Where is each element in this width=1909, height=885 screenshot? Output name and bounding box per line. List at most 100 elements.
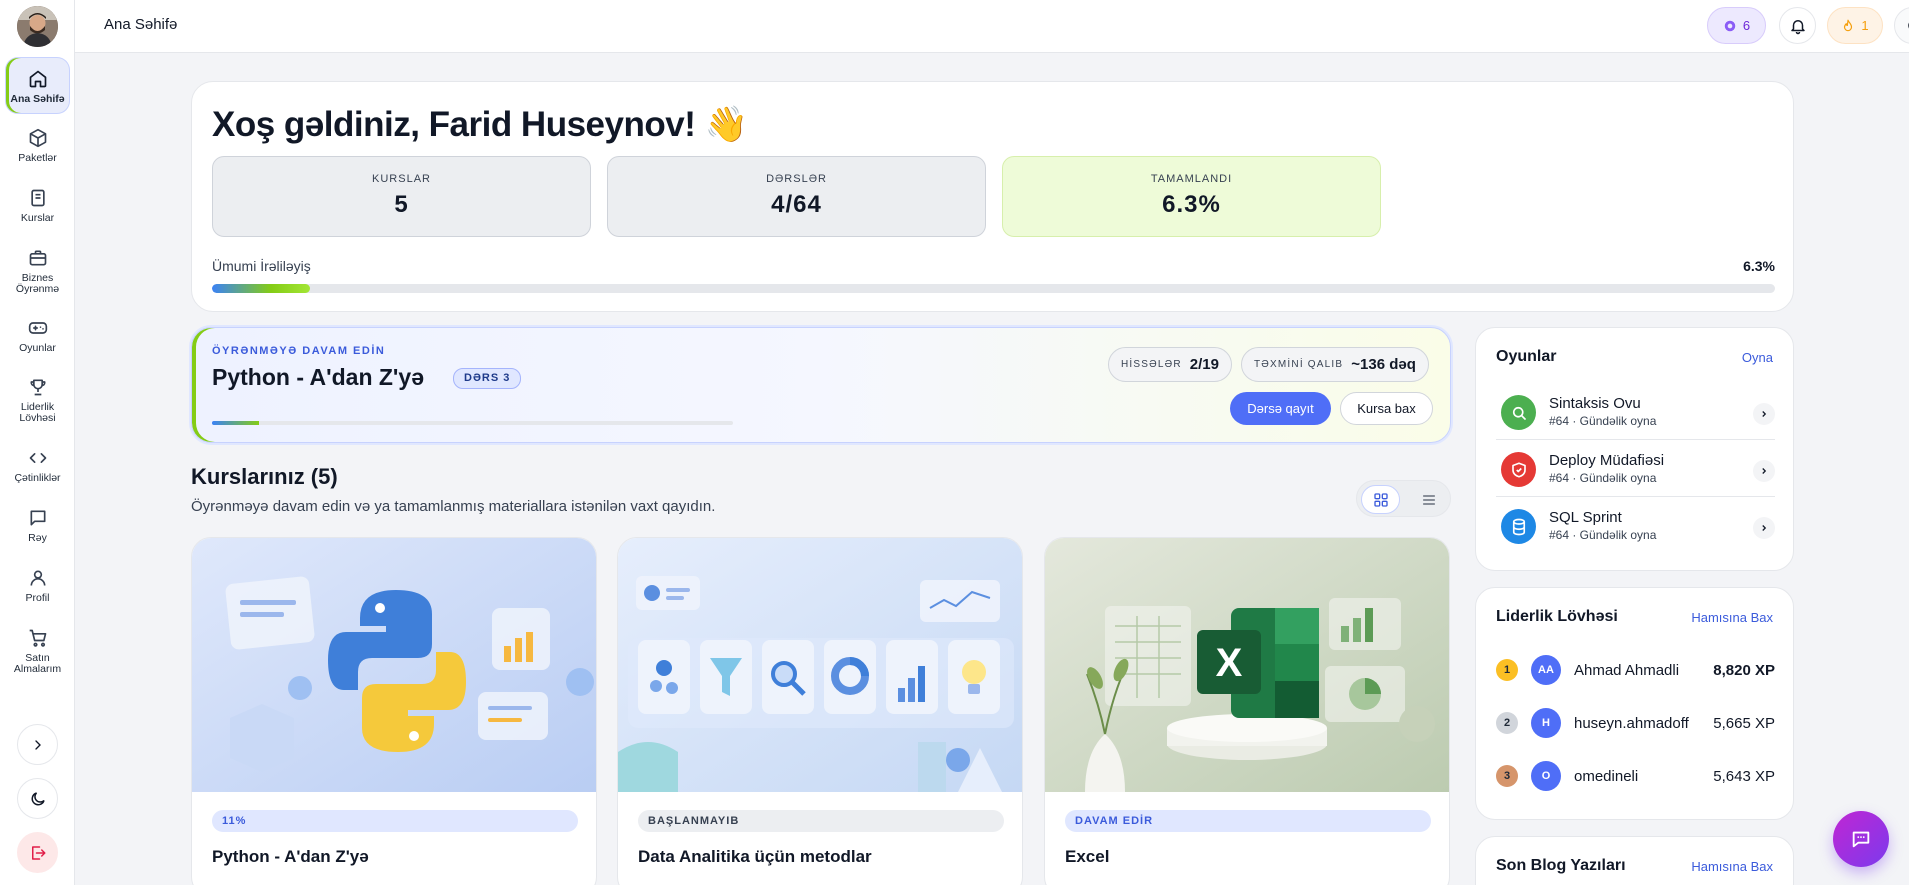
leaderboard-row[interactable]: 3 O omedineli 5,643 XP	[1496, 761, 1775, 791]
sidebar-item-label: Profil	[25, 592, 50, 604]
lesson-badge: DƏRS 3	[453, 368, 522, 389]
chat-icon	[1852, 831, 1870, 848]
notifications-button[interactable]	[1779, 7, 1816, 44]
continue-kicker: ÖYRƏNMƏYƏ DAVAM EDİN	[212, 345, 386, 357]
course-title: Python - A'dan Z'yə	[212, 847, 369, 866]
sidebar-item-courses[interactable]: Kurslar	[6, 186, 69, 224]
trophy-icon	[26, 375, 50, 399]
parts-chip: HİSSƏLƏR 2/19	[1108, 347, 1232, 382]
course-status-badge: DAVAM EDİR	[1065, 810, 1431, 832]
gem-icon	[1724, 20, 1736, 31]
grid-view-button[interactable]	[1361, 485, 1400, 514]
shield-icon	[1501, 452, 1536, 487]
sidebar-item-label: Oyunlar	[19, 342, 56, 354]
game-name: Deploy Müdafiəsi	[1549, 452, 1665, 469]
streak-count: 1	[1861, 18, 1869, 33]
sidebar-item-packages[interactable]: Paketlər	[6, 126, 69, 164]
sidebar-item-business[interactable]: Biznes Öyrənmə	[6, 246, 69, 295]
sidebar-item-label: Çətinliklər	[14, 472, 61, 484]
course-card[interactable]: BAŞLANMAYIB Data Analitika üçün metodlar	[617, 537, 1023, 885]
chevron-right-icon	[34, 739, 41, 750]
game-item-deploy-defense[interactable]: Deploy Müdafiəsi #64 · Gündəlik oyna	[1496, 440, 1775, 497]
sidebar-item-label: Satın Almalarım	[13, 652, 62, 675]
streak-counter[interactable]: 1	[1827, 7, 1883, 44]
topbar: Ana Səhifə 6 1 AZ	[75, 0, 1909, 53]
resume-lesson-button[interactable]: Dərsə qayıt	[1230, 392, 1331, 425]
progress-label: Ümumi İrəliləyiş	[212, 258, 311, 274]
logout-icon	[31, 845, 45, 860]
course-title: Data Analitika üçün metodlar	[638, 847, 872, 866]
book-icon	[26, 186, 50, 210]
course-status-badge: 11%	[212, 810, 578, 832]
parts-value: 2/19	[1189, 356, 1219, 373]
sidebar-item-feedback[interactable]: Rəy	[6, 506, 69, 544]
courses-title: Kurslarınız (5)	[191, 464, 338, 489]
chevron-right-icon	[1753, 517, 1775, 539]
list-view-button[interactable]	[1409, 485, 1448, 514]
view-all-leaderboard-link[interactable]: Hamısına Bax	[1691, 610, 1773, 625]
sidebar-item-games[interactable]: Oyunlar	[6, 316, 69, 354]
course-card[interactable]: X DAVAM EDİR Excel	[1044, 537, 1450, 885]
moon-icon	[31, 791, 45, 805]
welcome-card: Xoş gəldiniz, Farid Huseynov! 👋 KURSLAR …	[191, 81, 1794, 312]
progress-percent: 6.3%	[1743, 258, 1775, 274]
games-title: Oyunlar	[1496, 348, 1557, 365]
continue-progress-bar	[212, 421, 733, 425]
view-toggle	[1356, 480, 1451, 517]
theme-toggle-button[interactable]	[17, 778, 58, 819]
game-name: SQL Sprint	[1549, 509, 1622, 526]
game-subtitle: #64 · Gündəlik oyna	[1549, 528, 1657, 542]
sidebar-item-home[interactable]: Ana Səhifə	[6, 58, 69, 113]
continue-course-title: Python - A'dan Z'yə	[212, 364, 424, 390]
search-code-icon	[1501, 395, 1536, 430]
continue-learning-card: ÖYRƏNMƏYƏ DAVAM EDİN Python - A'dan Z'yə…	[191, 327, 1451, 443]
view-all-blog-link[interactable]: Hamısına Bax	[1691, 859, 1773, 874]
gamepad-icon	[26, 316, 50, 340]
page-title: Ana Səhifə	[104, 16, 178, 33]
course-status-badge: BAŞLANMAYIB	[638, 810, 1004, 832]
progress-fill	[212, 284, 311, 293]
leaderboard-row[interactable]: 1 AA Ahmad Ahmadli 8,820 XP	[1496, 655, 1775, 685]
leader-name: omedineli	[1574, 768, 1639, 785]
leader-xp: 5,665 XP	[1713, 715, 1775, 732]
course-card[interactable]: 11% Python - A'dan Z'yə	[191, 537, 597, 885]
user-icon	[26, 566, 50, 590]
sidebar-item-profile[interactable]: Profil	[6, 566, 69, 604]
chevron-right-icon	[1753, 460, 1775, 482]
list-icon	[1422, 494, 1435, 505]
sidebar-item-challenges[interactable]: Çətinliklər	[6, 446, 69, 484]
chat-button[interactable]	[1833, 811, 1889, 867]
sidebar-item-label: Liderlik Lövhəsi	[19, 401, 56, 424]
courses-subtitle: Öyrənməyə davam edin və ya tamamlanmış m…	[191, 498, 716, 515]
sidebar-item-leaderboard[interactable]: Liderlik Lövhəsi	[6, 375, 69, 424]
game-subtitle: #64 · Gündəlik oyna	[1549, 471, 1657, 485]
stat-value: 6.3%	[1162, 191, 1221, 218]
leader-xp: 5,643 XP	[1713, 768, 1775, 785]
home-icon	[26, 67, 50, 91]
database-icon	[1501, 509, 1536, 544]
logout-button[interactable]	[17, 832, 58, 873]
game-item-sql-sprint[interactable]: SQL Sprint #64 · Gündəlik oyna	[1496, 497, 1775, 554]
avatar: H	[1531, 708, 1561, 738]
language-selector[interactable]: AZ	[1894, 7, 1909, 44]
course-image-data-analytics	[618, 538, 1022, 792]
leaderboard-row[interactable]: 2 H huseyn.ahmadoff 5,665 XP	[1496, 708, 1775, 738]
leader-name: Ahmad Ahmadli	[1574, 662, 1680, 679]
sidebar: Ana Səhifə Paketlər Kurslar Biznes Öyrən…	[0, 0, 75, 885]
sidebar-item-purchases[interactable]: Satın Almalarım	[6, 626, 69, 675]
expand-sidebar-button[interactable]	[17, 724, 58, 765]
overall-progress-bar	[212, 284, 1775, 293]
game-item-syntax-hunt[interactable]: Sintaksis Ovu #64 · Gündəlik oyna	[1496, 383, 1775, 440]
stat-label: TAMAMLANDI	[1150, 173, 1233, 185]
games-panel: Oyunlar Oyna Sintaksis Ovu #64 · Gündəli…	[1475, 327, 1794, 571]
stat-lessons: DƏRSLƏR 4/64	[607, 156, 986, 237]
grid-icon	[1373, 492, 1388, 507]
eta-label: TƏXMİNİ QALIB	[1254, 359, 1344, 370]
svg-text:X: X	[1216, 641, 1243, 685]
view-course-button[interactable]: Kursa bax	[1340, 392, 1433, 425]
gems-counter[interactable]: 6	[1707, 7, 1766, 44]
play-link[interactable]: Oyna	[1742, 350, 1773, 365]
welcome-heading: Xoş gəldiniz, Farid Huseynov! 👋	[212, 105, 748, 144]
sidebar-item-label: Paketlər	[18, 152, 57, 164]
user-avatar[interactable]	[17, 6, 58, 47]
